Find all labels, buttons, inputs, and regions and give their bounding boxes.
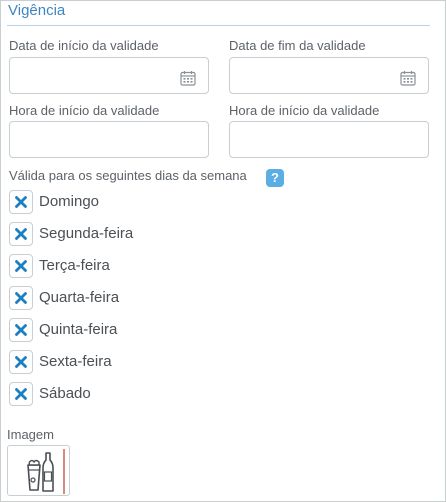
weekday-label: Quinta-feira [39, 321, 118, 338]
help-icon[interactable]: ? [266, 169, 284, 187]
check-x-icon [15, 388, 27, 400]
check-x-icon [15, 196, 27, 208]
weekday-label: Quarta-feira [39, 289, 120, 306]
check-x-icon [15, 356, 27, 368]
friday-checkbox[interactable] [9, 350, 33, 374]
check-x-icon [15, 228, 27, 240]
calendar-icon[interactable] [400, 70, 416, 86]
weekday-label: Domingo [39, 193, 100, 210]
start-time-input[interactable] [9, 121, 209, 158]
end-date-label: Data de fim da validade [229, 38, 366, 53]
weekday-label: Terça-feira [39, 257, 110, 274]
image-thumbnail[interactable] [7, 445, 70, 496]
start-date-label: Data de início da validade [9, 38, 159, 53]
monday-checkbox[interactable] [9, 222, 33, 246]
weekdays-label: Válida para os seguintes dias da semana [9, 168, 247, 183]
weekday-label: Sexta-feira [39, 353, 112, 370]
end-time-input[interactable] [229, 121, 429, 158]
sunday-checkbox[interactable] [9, 190, 33, 214]
beer-bottle-glass-icon [27, 449, 65, 494]
start-date-input[interactable] [9, 57, 209, 94]
section-title: Vigência [8, 2, 66, 19]
check-x-icon [15, 260, 27, 272]
weekday-label: Sábado [39, 385, 91, 402]
thursday-checkbox[interactable] [9, 318, 33, 342]
image-label: Imagem [7, 427, 54, 442]
section-divider [7, 25, 430, 26]
weekday-label: Segunda-feira [39, 225, 134, 242]
check-x-icon [15, 292, 27, 304]
wednesday-checkbox[interactable] [9, 286, 33, 310]
check-x-icon [15, 324, 27, 336]
end-time-label: Hora de início da validade [229, 103, 380, 118]
saturday-checkbox[interactable] [9, 382, 33, 406]
end-date-input[interactable] [229, 57, 429, 94]
start-time-label: Hora de início da validade [9, 103, 160, 118]
tuesday-checkbox[interactable] [9, 254, 33, 278]
vigencia-panel: Vigência Data de início da validade Data… [0, 0, 446, 502]
calendar-icon[interactable] [180, 70, 196, 86]
